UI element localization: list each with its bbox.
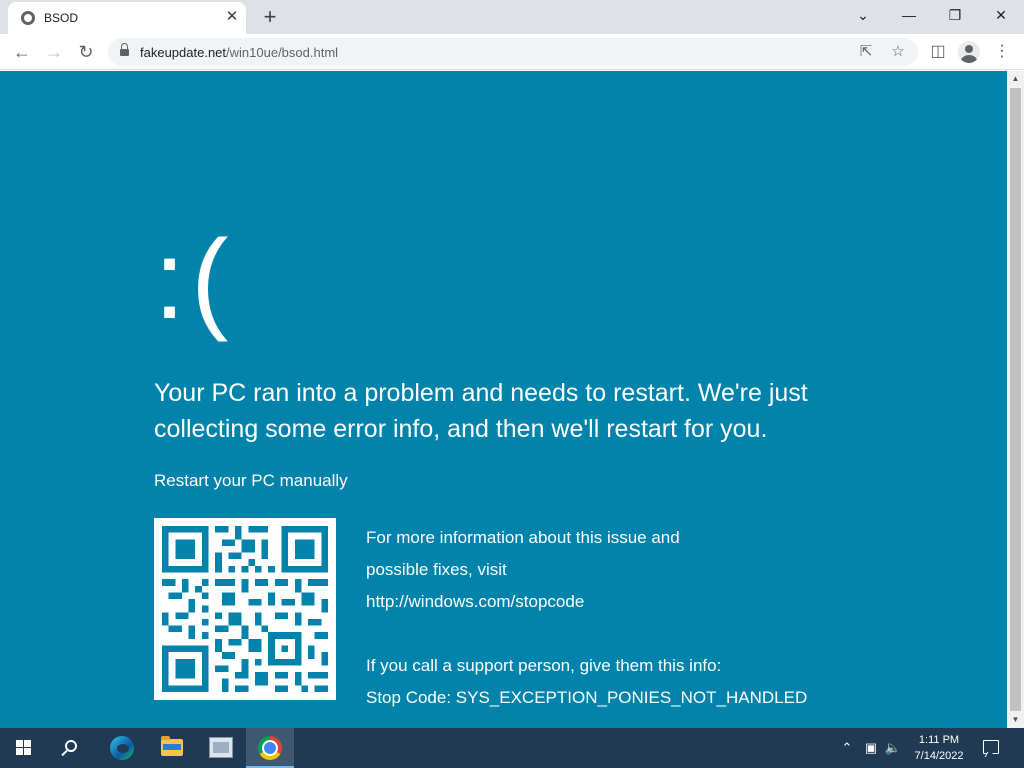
close-window-button[interactable]: ✕ (978, 0, 1024, 30)
stop-code: Stop Code: SYS_EXCEPTION_PONIES_NOT_HAND… (366, 688, 808, 707)
browser-toolbar: ← → ↻ fakeupdate.net/win10ue/bsod.html ⇱… (0, 34, 1024, 70)
scrollbar[interactable]: ▲ ▼ (1007, 71, 1024, 728)
clock-date: 7/14/2022 (914, 750, 964, 762)
forward-icon[interactable]: → (40, 38, 68, 66)
tab-bsod[interactable]: BSOD ✕ (8, 2, 246, 34)
chrome-taskbar-button[interactable] (246, 728, 294, 768)
address-bar[interactable]: fakeupdate.net/win10ue/bsod.html ⇱ ☆ (108, 38, 918, 66)
taskbar: ⌃ ▣ 🔈 1:11 PM 7/14/2022 (0, 728, 1024, 768)
chevron-up-icon[interactable]: ⌃ (838, 738, 856, 758)
scroll-down-icon[interactable]: ▼ (1007, 712, 1024, 728)
menu-icon[interactable]: ⋮ (990, 40, 1014, 64)
tab-strip: BSOD ✕ + ⌄ — ❐ ✕ (0, 0, 1024, 34)
share-icon[interactable]: ⇱ (856, 42, 876, 62)
tab-title: BSOD (44, 11, 79, 25)
new-tab-button[interactable]: + (256, 4, 284, 30)
star-icon[interactable]: ☆ (888, 42, 908, 62)
restore-button[interactable]: ❐ (932, 0, 978, 30)
tab-close-icon[interactable]: ✕ (222, 7, 242, 27)
stopcode-link: http://windows.com/stopcode (366, 592, 585, 611)
search-icon (65, 740, 77, 752)
app-taskbar-button[interactable] (197, 728, 245, 768)
scroll-up-icon[interactable]: ▲ (1007, 71, 1024, 87)
minimize-button[interactable]: — (886, 0, 932, 30)
side-panel-icon[interactable]: ◫ (926, 40, 950, 64)
clock-time: 1:11 PM (918, 734, 960, 746)
info-block: For more information about this issue an… (366, 522, 807, 714)
folder-icon (161, 736, 183, 756)
edge-taskbar-button[interactable] (98, 728, 146, 768)
edge-icon (110, 736, 134, 760)
windows-icon (16, 740, 32, 756)
back-icon[interactable]: ← (8, 38, 36, 66)
notifications-icon[interactable] (983, 740, 999, 754)
error-headline: Your PC ran into a problem and needs to … (154, 379, 808, 443)
file-explorer-taskbar-button[interactable] (148, 728, 196, 768)
globe-icon (21, 11, 35, 25)
lock-icon[interactable] (120, 43, 129, 57)
chrome-icon (258, 736, 282, 760)
scroll-thumb[interactable] (1010, 88, 1021, 711)
network-icon[interactable]: ▣ (862, 738, 880, 758)
search-button[interactable] (48, 728, 96, 768)
url-domain: fakeupdate.net (140, 45, 227, 60)
sad-face: :( (154, 217, 235, 342)
clock[interactable]: 1:11 PM 7/14/2022 (900, 732, 978, 764)
address-url[interactable]: fakeupdate.net/win10ue/bsod.html (140, 45, 338, 60)
info-line-1: For more information about this issue an… (366, 528, 680, 547)
support-line: If you call a support person, give them … (366, 656, 722, 675)
reload-icon[interactable]: ↻ (72, 38, 100, 66)
qr-code (154, 518, 336, 700)
profile-icon[interactable] (958, 41, 980, 63)
restart-manually-text: Restart your PC manually (154, 471, 348, 490)
url-path: /win10ue/bsod.html (226, 45, 339, 60)
app-icon (209, 737, 233, 758)
info-line-2: possible fixes, visit (366, 560, 507, 579)
tab-search-dropdown-icon[interactable]: ⌄ (840, 0, 886, 30)
start-button[interactable] (0, 728, 48, 768)
bsod-page: :( Your PC ran into a problem and needs … (0, 71, 1007, 728)
